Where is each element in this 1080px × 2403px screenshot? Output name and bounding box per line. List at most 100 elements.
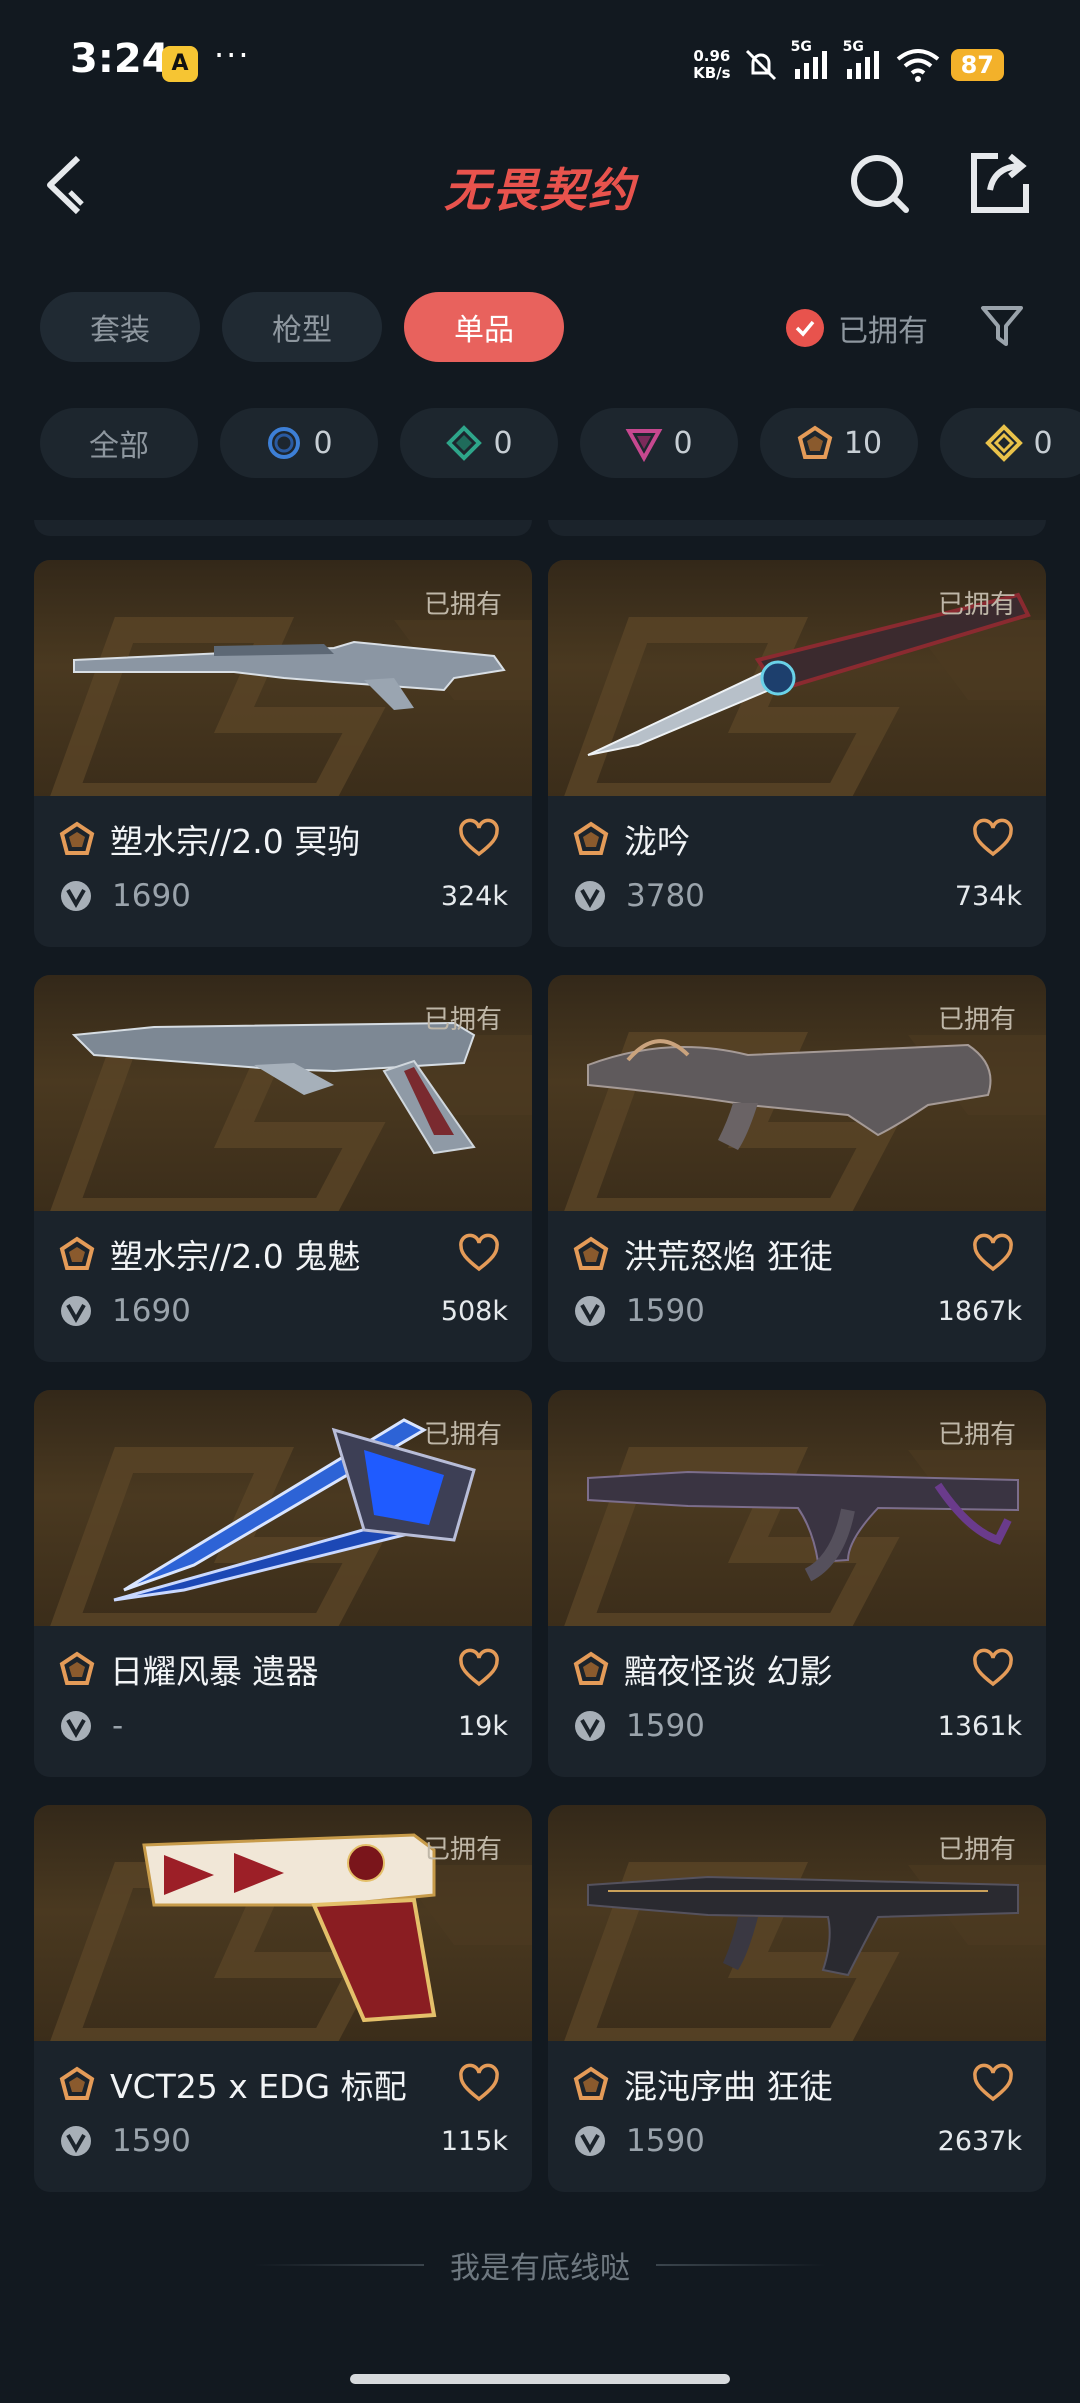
skin-price: 1590: [626, 2123, 705, 2159]
exclusive-tier-icon: [573, 1651, 609, 1685]
favorite-heart-icon[interactable]: [458, 1648, 500, 1690]
skin-name: 日耀风暴 遗器: [110, 1652, 319, 1691]
valorant-points-icon: [575, 881, 605, 911]
rarity-chip-all[interactable]: 全部: [40, 408, 198, 478]
rarity-chip-exclusive[interactable]: 10: [760, 408, 918, 478]
skin-price: 1590: [626, 1293, 705, 1329]
exclusive-tier-icon: [797, 425, 833, 459]
skin-image: 已拥有: [34, 1805, 532, 2041]
tab-weapon-type[interactable]: 枪型: [222, 292, 382, 362]
rarity-chip-select[interactable]: 0: [220, 408, 378, 478]
skin-image: 已拥有: [548, 560, 1046, 796]
favorite-heart-icon[interactable]: [458, 2063, 500, 2105]
like-count: 508k: [440, 1295, 508, 1327]
like-count: 1867k: [937, 1295, 1022, 1327]
divider: [656, 2264, 826, 2266]
skin-name-row: 洪荒怒焰 狂徒: [572, 1231, 1022, 1277]
skin-list: 已拥有 塑水宗//2.0 冥驹 1690 324k 已拥有 泷吟 3780 734k 已拥有 塑水…: [34, 520, 1046, 2240]
favorite-heart-icon[interactable]: [972, 2063, 1014, 2105]
like-count: 1361k: [937, 1710, 1022, 1742]
owned-toggle[interactable]: 已拥有: [786, 302, 928, 354]
skin-price-row: 1690 324k: [58, 876, 508, 916]
skin-name: 黯夜怪谈 幻影: [624, 1652, 833, 1691]
premium-tier-icon: [626, 429, 663, 462]
exclusive-tier-icon: [59, 2066, 95, 2100]
skin-price: -: [112, 1708, 124, 1744]
skin-image: 已拥有: [34, 1390, 532, 1626]
back-arrow-icon[interactable]: [38, 152, 98, 218]
skin-image: 已拥有: [548, 1390, 1046, 1626]
tab-bundle[interactable]: 套装: [40, 292, 200, 362]
valorant-points-icon: [61, 881, 91, 911]
skin-card[interactable]: 已拥有洪荒怒焰 狂徒 1590 1867k: [548, 975, 1046, 1362]
skin-price-row: 3780 734k: [572, 876, 1022, 916]
top-bar: 无畏契约: [0, 130, 1080, 240]
skin-name: 塑水宗//2.0 冥驹: [110, 822, 361, 861]
tab-single-item[interactable]: 单品: [404, 292, 564, 362]
skin-name-row: 混沌序曲 狂徒: [572, 2061, 1022, 2107]
skin-card[interactable]: 已拥有塑水宗//2.0 冥驹 1690 324k: [34, 560, 532, 947]
ultra-tier-icon: [985, 424, 1024, 462]
owned-tag: 已拥有: [937, 1005, 1016, 1035]
skin-image: 已拥有: [548, 1805, 1046, 2041]
home-indicator[interactable]: [350, 2374, 730, 2384]
skin-price: 1590: [112, 2123, 191, 2159]
owned-tag: 已拥有: [937, 590, 1016, 620]
owned-toggle-label: 已拥有: [838, 314, 928, 349]
skin-card[interactable]: 已拥有黯夜怪谈 幻影 1590 1361k: [548, 1390, 1046, 1777]
search-icon[interactable]: [848, 152, 912, 216]
skin-name: 泷吟: [624, 822, 690, 861]
share-icon[interactable]: [968, 150, 1032, 216]
like-count: 19k: [458, 1710, 508, 1742]
skin-name-row: 塑水宗//2.0 冥驹: [58, 816, 508, 862]
favorite-heart-icon[interactable]: [972, 1233, 1014, 1275]
skin-name-row: 泷吟: [572, 816, 1022, 862]
rarity-filter-bar: 全部 0 0 0 10 0: [40, 408, 1080, 478]
skin-image: 已拥有: [34, 975, 532, 1211]
more-notifications-icon: ···: [214, 36, 251, 74]
signal-2-icon: 5G: [843, 39, 885, 85]
skin-name-row: VCT25 x EDG 标配: [58, 2061, 508, 2107]
rarity-chip-premium[interactable]: 0: [580, 408, 738, 478]
skin-image: 已拥有: [34, 560, 532, 796]
exclusive-tier-icon: [59, 1236, 95, 1270]
status-time: 3:24: [70, 36, 170, 82]
skin-name-row: 日耀风暴 遗器: [58, 1646, 508, 1692]
favorite-heart-icon[interactable]: [458, 1233, 500, 1275]
exclusive-tier-icon: [573, 1236, 609, 1270]
status-icons: 0.96 KB/s 5G 5G 87: [693, 39, 1004, 90]
previous-row-edge: [34, 520, 1046, 536]
divider: [254, 2264, 424, 2266]
rarity-chip-ultra[interactable]: 0: [940, 408, 1080, 478]
owned-tag: 已拥有: [423, 1005, 502, 1035]
skin-card[interactable]: 已拥有 塑水宗//2.0 鬼魅 1690 508k: [34, 975, 532, 1362]
select-tier-icon: [268, 427, 301, 459]
favorite-heart-icon[interactable]: [972, 1648, 1014, 1690]
skin-price-row: 1590 2637k: [572, 2121, 1022, 2161]
skin-card[interactable]: 已拥有混沌序曲 狂徒 1590 2637k: [548, 1805, 1046, 2192]
skin-price-row: 1590 115k: [58, 2121, 508, 2161]
skin-price: 1590: [626, 1708, 705, 1744]
check-icon: [786, 309, 824, 347]
skin-card[interactable]: 已拥有 VCT25 x EDG 标配 1590 115k: [34, 1805, 532, 2192]
battery-level: 87: [950, 49, 1004, 81]
category-tabs: 套装 枪型 单品: [40, 292, 564, 362]
app-logo-title: 无畏契约: [444, 163, 636, 217]
favorite-heart-icon[interactable]: [972, 818, 1014, 860]
skin-name-row: 塑水宗//2.0 鬼魅: [58, 1231, 508, 1277]
exclusive-tier-icon: [573, 821, 609, 855]
owned-tag: 已拥有: [423, 590, 502, 620]
end-of-list-text: 我是有底线哒: [450, 2251, 630, 2286]
like-count: 2637k: [937, 2125, 1022, 2157]
skin-name: 洪荒怒焰 狂徒: [624, 1237, 833, 1276]
mute-bell-icon: [745, 49, 776, 81]
skin-image: 已拥有: [548, 975, 1046, 1211]
valorant-points-icon: [575, 1711, 605, 1741]
filter-funnel-icon[interactable]: [978, 302, 1026, 350]
favorite-heart-icon[interactable]: [458, 818, 500, 860]
skin-card[interactable]: 已拥有日耀风暴 遗器 - 19k: [34, 1390, 532, 1777]
rarity-chip-deluxe[interactable]: 0: [400, 408, 558, 478]
skin-card[interactable]: 已拥有泷吟 3780 734k: [548, 560, 1046, 947]
status-bar: 3:24 A ··· 0.96 KB/s 5G 5G 87: [0, 0, 1080, 130]
network-speed: 0.96 KB/s: [693, 47, 731, 82]
